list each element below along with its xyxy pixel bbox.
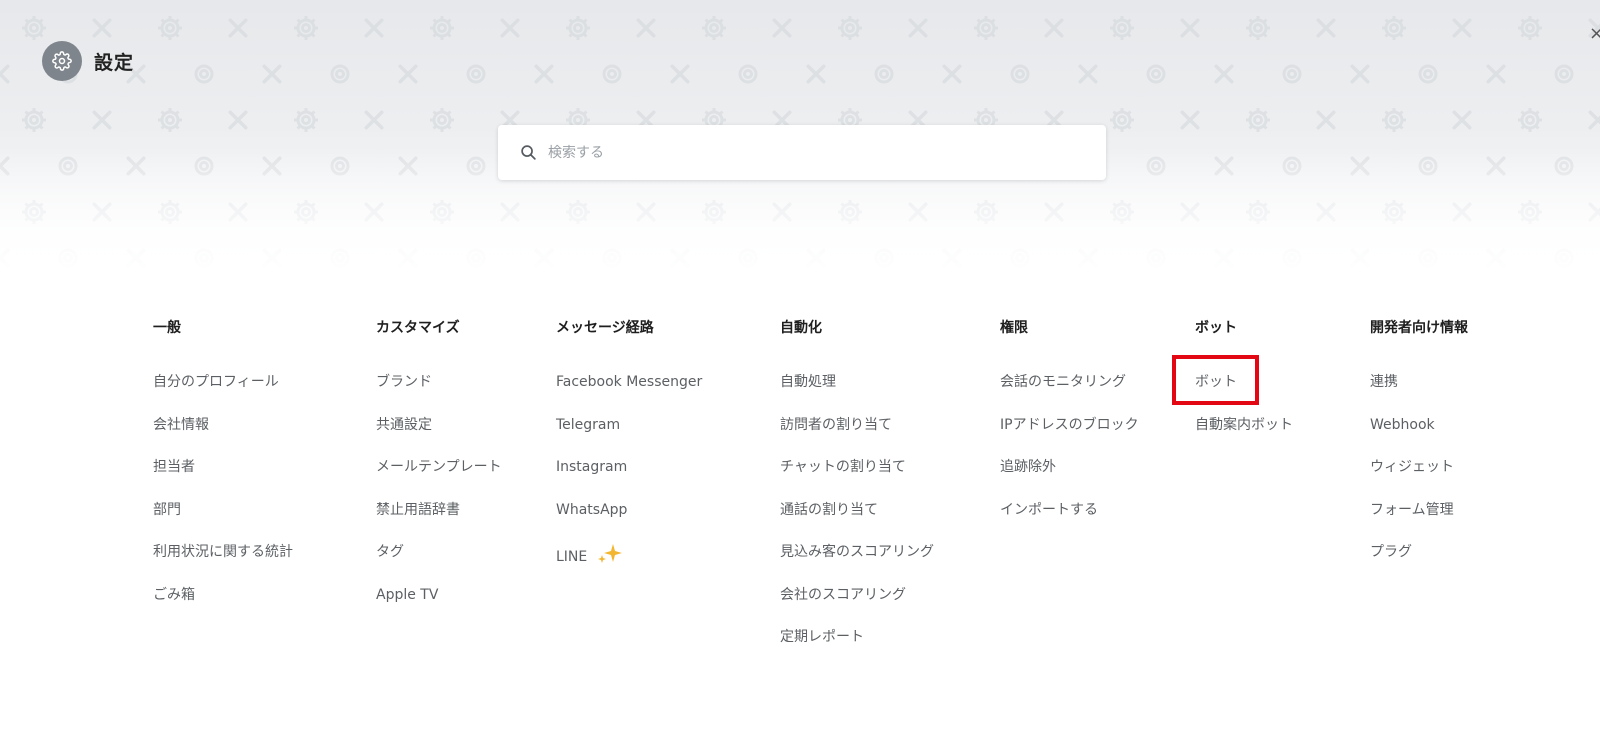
- sparkle-icon: [596, 542, 624, 572]
- column-heading: メッセージ経路: [556, 320, 654, 336]
- column-heading: 開発者向け情報: [1370, 320, 1468, 336]
- column-general: 一般 自分のプロフィール 会社情報 担当者 部門 利用状況に関する統計 ごみ箱: [153, 318, 293, 627]
- menu-item-lead-scoring[interactable]: 見込み客のスコアリング: [780, 542, 934, 562]
- column-heading: 自動化: [780, 320, 822, 336]
- menu-item-form-management[interactable]: フォーム管理: [1370, 500, 1468, 520]
- menu-item-my-profile[interactable]: 自分のプロフィール: [153, 372, 293, 392]
- column-heading: カスタマイズ: [376, 320, 460, 336]
- close-button[interactable]: ×: [1589, 24, 1600, 44]
- menu-item-apple-tv[interactable]: Apple TV: [376, 585, 502, 605]
- menu-item-plugins[interactable]: プラグ: [1370, 542, 1468, 562]
- settings-page: 設定 × 一般 自分のプロフィール 会社情報 担当者 部門 利用状況に関する統計…: [0, 0, 1600, 730]
- column-message-channels: メッセージ経路 Facebook Messenger Telegram Inst…: [556, 318, 702, 585]
- menu-item-import[interactable]: インポートする: [1000, 500, 1139, 520]
- menu-item-whatsapp[interactable]: WhatsApp: [556, 500, 702, 520]
- menu-item-webhook[interactable]: Webhook: [1370, 415, 1468, 435]
- menu-item-auto-actions[interactable]: 自動処理: [780, 372, 934, 392]
- menu-item-banned-words[interactable]: 禁止用語辞書: [376, 500, 502, 520]
- menu-item-conversation-monitoring[interactable]: 会話のモニタリング: [1000, 372, 1139, 392]
- menu-item-company-scoring[interactable]: 会社のスコアリング: [780, 585, 934, 605]
- settings-header: 設定: [42, 41, 134, 81]
- menu-item-facebook-messenger[interactable]: Facebook Messenger: [556, 372, 702, 392]
- menu-item-telegram[interactable]: Telegram: [556, 415, 702, 435]
- menu-item-visitor-assignment[interactable]: 訪問者の割り当て: [780, 415, 934, 435]
- search-bar[interactable]: [498, 125, 1106, 180]
- menu-item-scheduled-reports[interactable]: 定期レポート: [780, 627, 934, 647]
- menu-item-operators[interactable]: 担当者: [153, 457, 293, 477]
- menu-item-ip-blocking[interactable]: IPアドレスのブロック: [1000, 415, 1139, 435]
- menu-item-trash[interactable]: ごみ箱: [153, 585, 293, 605]
- menu-item-line[interactable]: LINE: [556, 542, 702, 565]
- search-icon: [518, 143, 538, 163]
- menu-item-widget[interactable]: ウィジェット: [1370, 457, 1468, 477]
- column-heading: 権限: [1000, 320, 1028, 336]
- menu-item-tags[interactable]: タグ: [376, 542, 502, 562]
- column-bots: ボット ボット 自動案内ボット: [1195, 318, 1293, 457]
- menu-item-mail-templates[interactable]: メールテンプレート: [376, 457, 502, 477]
- column-automation: 自動化 自動処理 訪問者の割り当て チャットの割り当て 通話の割り当て 見込み客…: [780, 318, 934, 670]
- column-heading: 一般: [153, 320, 181, 336]
- menu-item-common-settings[interactable]: 共通設定: [376, 415, 502, 435]
- menu-item-bot[interactable]: ボット: [1195, 372, 1293, 392]
- menu-item-usage-stats[interactable]: 利用状況に関する統計: [153, 542, 293, 562]
- gear-icon: [42, 41, 82, 81]
- menu-item-company-info[interactable]: 会社情報: [153, 415, 293, 435]
- search-input[interactable]: [546, 143, 1070, 162]
- column-customize: カスタマイズ ブランド 共通設定 メールテンプレート 禁止用語辞書 タグ App…: [376, 318, 502, 627]
- menu-item-chat-assignment[interactable]: チャットの割り当て: [780, 457, 934, 477]
- column-permissions: 権限 会話のモニタリング IPアドレスのブロック 追跡除外 インポートする: [1000, 318, 1139, 542]
- page-title: 設定: [94, 51, 135, 74]
- menu-item-instagram[interactable]: Instagram: [556, 457, 702, 477]
- column-developers: 開発者向け情報 連携 Webhook ウィジェット フォーム管理 プラグ: [1370, 318, 1468, 585]
- column-heading: ボット: [1195, 320, 1237, 336]
- menu-item-line-label: LINE: [556, 549, 588, 565]
- menu-item-call-assignment[interactable]: 通話の割り当て: [780, 500, 934, 520]
- menu-item-tracking-exclusion[interactable]: 追跡除外: [1000, 457, 1139, 477]
- menu-item-auto-guide-bot[interactable]: 自動案内ボット: [1195, 415, 1293, 435]
- menu-item-departments[interactable]: 部門: [153, 500, 293, 520]
- menu-item-brand[interactable]: ブランド: [376, 372, 502, 392]
- menu-item-integrations[interactable]: 連携: [1370, 372, 1468, 392]
